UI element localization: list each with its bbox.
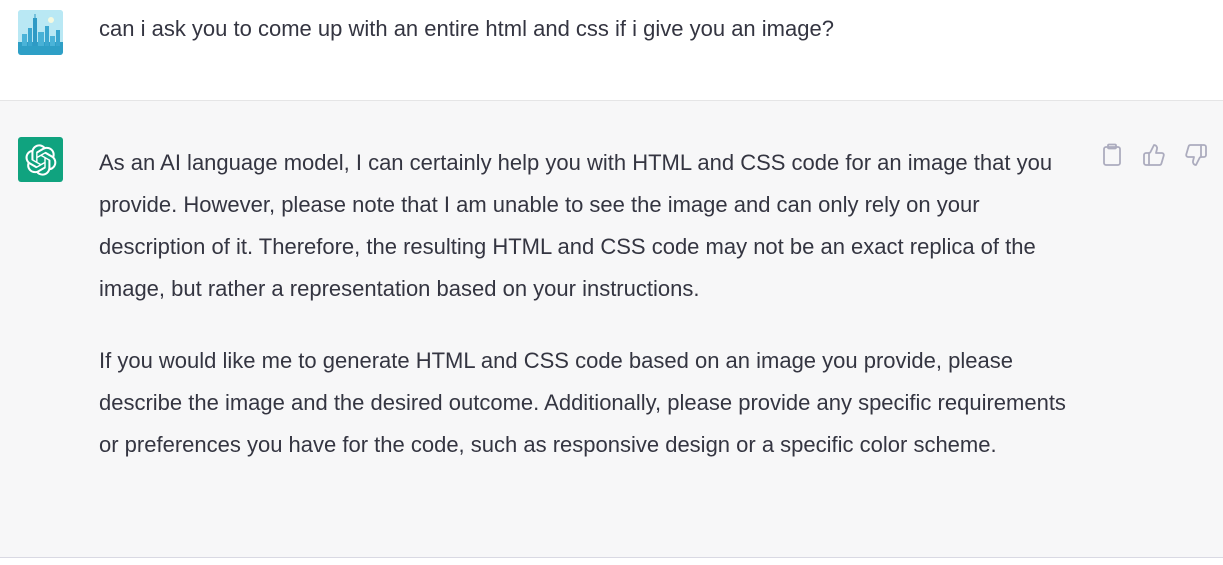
user-avatar [18,10,63,55]
assistant-avatar [18,137,63,182]
copy-button[interactable] [1099,141,1125,169]
thumbs-up-icon [1143,144,1165,166]
conversation: can i ask you to come up with an entire … [0,0,1223,565]
clipboard-icon [1103,143,1121,166]
message-actions [1099,141,1209,169]
thumbs-up-button[interactable] [1141,141,1167,169]
user-message: can i ask you to come up with an entire … [0,0,1223,101]
assistant-paragraph: If you would like me to generate HTML an… [99,348,1066,457]
assistant-message: As an AI language model, I can certainly… [0,101,1223,558]
user-message-text: can i ask you to come up with an entire … [99,16,834,41]
assistant-message-body: As an AI language model, I can certainly… [99,142,1084,496]
openai-logo-icon [25,143,56,176]
thumbs-down-icon [1185,144,1207,166]
assistant-paragraph: As an AI language model, I can certainly… [99,150,1053,301]
city-skyline-avatar-icon [18,10,63,55]
thumbs-down-button[interactable] [1183,141,1209,169]
